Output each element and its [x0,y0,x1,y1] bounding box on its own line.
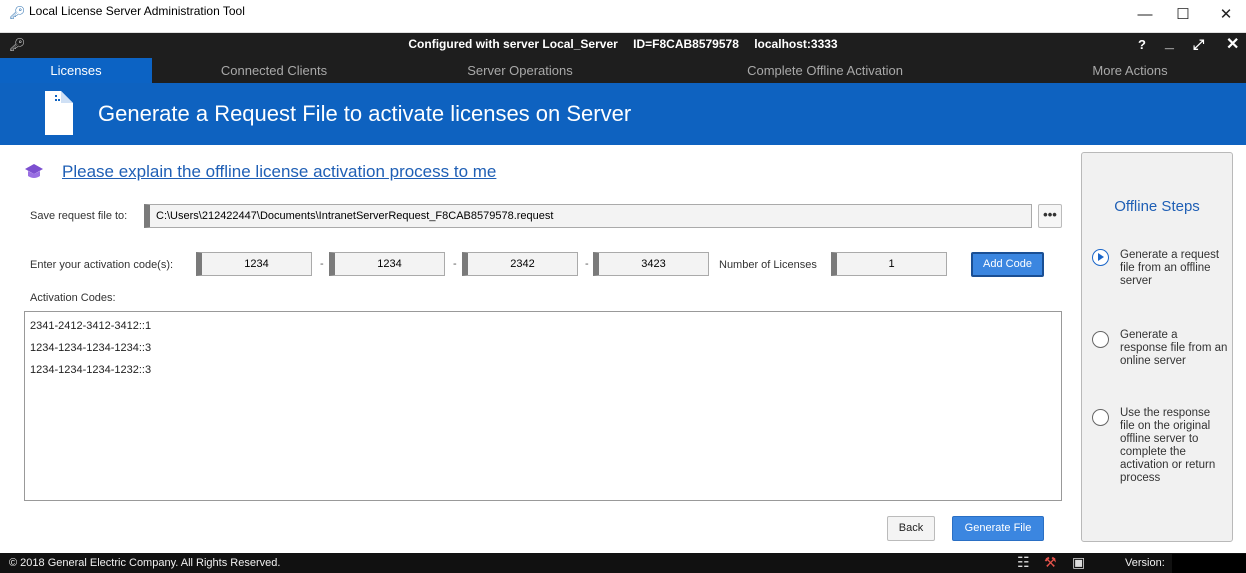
minimize-icon[interactable]: _ [1165,34,1174,52]
page-header: Generate a Request File to activate lice… [0,83,1246,145]
tab-licenses[interactable]: Licenses [0,58,152,83]
window-maximize-button[interactable]: ☐ [1163,3,1203,27]
number-of-licenses-field[interactable]: 1 [831,252,947,276]
explain-process-link[interactable]: Please explain the offline license activ… [62,162,496,182]
activation-code-part-1[interactable]: 1234 [196,252,312,276]
server-id-text: ID=F8CAB8579578 [633,37,739,51]
version-label: Version: [1125,557,1165,569]
version-value [1172,554,1246,573]
save-request-label: Save request file to: [30,210,128,222]
step-3-radio-icon [1092,409,1109,426]
offline-steps-title: Offline Steps [1114,198,1200,215]
step-2-text: Generate a response file from an online … [1120,329,1228,367]
window-titlebar: 🔑︎ Local License Server Administration T… [0,0,1246,33]
code-separator: - [320,258,324,270]
server-host-text: localhost:3333 [754,37,838,51]
list-item[interactable]: 1234-1234-1234-1234::3 [30,340,1056,362]
tools-icon[interactable]: ⚒ [1044,554,1057,571]
tab-complete-offline-activation[interactable]: Complete Offline Activation [720,58,930,83]
step-3-text: Use the response file on the original of… [1120,407,1216,484]
add-code-button[interactable]: Add Code [971,252,1044,277]
close-icon[interactable]: ✕ [1226,34,1239,54]
activation-code-part-4[interactable]: 3423 [593,252,709,276]
save-path-field[interactable]: C:\Users\212422447\Documents\IntranetSer… [144,204,1032,228]
activation-codes-label: Activation Codes: [30,292,116,304]
offline-steps-panel: Offline Steps Generate a request file fr… [1081,152,1233,542]
back-button[interactable]: Back [887,516,935,541]
activation-code-part-3[interactable]: 2342 [462,252,578,276]
window-title: Local License Server Administration Tool [29,4,245,18]
help-icon[interactable]: ? [1138,37,1146,52]
list-item[interactable]: 1234-1234-1234-1232::3 [30,362,1056,384]
app-icon: 🔑︎ [9,5,26,20]
step-1-text: Generate a request file from an offline … [1120,249,1220,287]
activation-code-label: Enter your activation code(s): [30,259,174,271]
activation-codes-list[interactable]: 2341-2412-3412-3412::1 1234-1234-1234-12… [24,311,1062,501]
step-1-active-icon [1092,249,1109,266]
server-bar: 🔑︎ Configured with server Local_Server I… [0,33,1246,58]
tab-connected-clients[interactable]: Connected Clients [190,58,358,83]
document-icon [45,91,73,135]
code-separator: - [585,258,589,270]
window-close-button[interactable]: ✕ [1206,3,1246,27]
expand-icon[interactable]: ⤢ [1193,36,1204,53]
number-of-licenses-label: Number of Licenses [719,259,817,271]
tab-more-actions[interactable]: More Actions [1070,58,1190,83]
copyright-text: © 2018 General Electric Company. All Rig… [9,557,281,569]
list-item[interactable]: 2341-2412-3412-3412::1 [30,318,1056,340]
server-info: Configured with server Local_Server ID=F… [0,37,1246,51]
window-minimize-button[interactable]: — [1125,3,1165,27]
generate-file-button[interactable]: Generate File [952,516,1044,541]
user-monitor-icon[interactable]: ▣ [1072,554,1085,571]
step-2-radio-icon [1092,331,1109,348]
server-configured-text: Configured with server Local_Server [408,37,618,51]
graduation-cap-icon [25,164,43,178]
code-separator: - [453,258,457,270]
page-title: Generate a Request File to activate lice… [98,101,632,126]
tab-bar: Licenses Connected Clients Server Operat… [0,58,1246,83]
activation-code-part-2[interactable]: 1234 [329,252,445,276]
tab-server-operations[interactable]: Server Operations [430,58,610,83]
database-icon[interactable]: ☷ [1017,554,1030,571]
status-bar: © 2018 General Electric Company. All Rig… [0,553,1246,573]
browse-button[interactable]: ••• [1038,204,1062,228]
